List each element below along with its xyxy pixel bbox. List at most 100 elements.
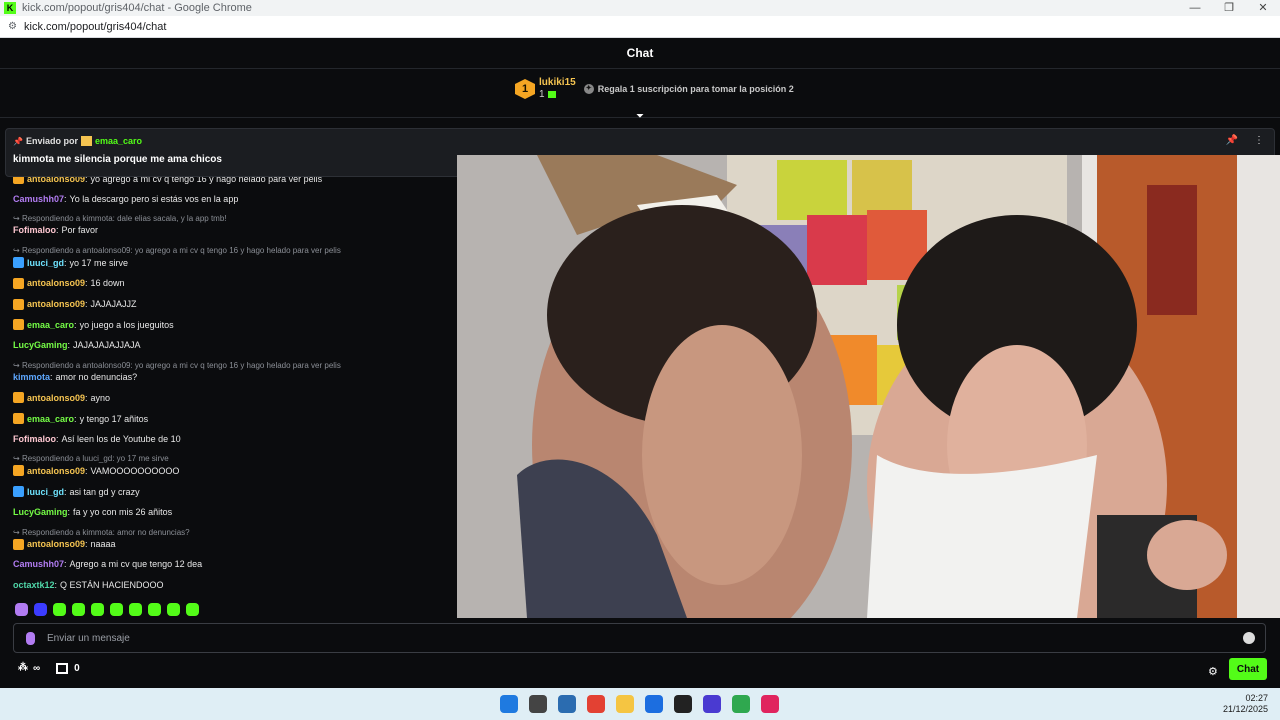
message-text: amor no denuncias? [55,371,138,382]
system-clock[interactable]: 02:27 21/12/2025 [1223,693,1268,715]
chat-message[interactable]: luuci_gd: asi tan gd y crazy [13,486,140,498]
message-colon: : [64,193,67,204]
emote-8-icon[interactable] [148,603,161,616]
minimize-button[interactable]: — [1178,0,1212,16]
message-username[interactable]: kimmota [13,372,50,382]
message-username[interactable]: luuci_gd [27,487,64,497]
message-username[interactable]: antoalonso09 [27,299,85,309]
message-text: Así leen los de Youtube de 10 [61,433,181,444]
chat-message[interactable]: Fofimaloo: Por favor [13,225,98,235]
message-username[interactable]: antoalonso09 [27,393,85,403]
message-username[interactable]: emaa_caro [27,320,74,330]
chrome-icon[interactable] [587,695,605,713]
start-icon[interactable] [500,695,518,713]
clock-date: 21/12/2025 [1222,704,1268,714]
message-username[interactable]: LucyGaming [13,507,68,517]
message-colon: : [74,413,77,424]
app-circle-icon[interactable] [703,695,721,713]
message-username[interactable]: Camushh07 [13,194,64,204]
gift-prompt[interactable]: ✦ Regala 1 suscripción para tomar la pos… [583,84,794,94]
tiktok-icon[interactable] [761,695,779,713]
message-text: Q ESTÁN HACIENDOOO [60,579,164,590]
chat-message[interactable]: antoalonso09: VAMOOOOOOOOOO [13,465,179,477]
message-username[interactable]: Camushh07 [13,559,64,569]
crown-badge-icon [13,392,24,404]
message-colon: : [67,339,71,350]
message-username[interactable]: Fofimaloo [13,225,56,235]
address-bar[interactable]: ⚙ kick.com/popout/gris404/chat [0,16,1280,38]
message-username[interactable]: LucyGaming [13,340,68,350]
chat-message[interactable]: LucyGaming: JAJAJAJAJJAJA [13,340,141,350]
emote-5-icon[interactable] [91,603,104,616]
pin-icon: 📌 [13,136,23,146]
chat-message[interactable]: antoalonso09:16 down [13,277,125,289]
chat-message[interactable]: LucyGaming: fa y yo con mis 26 añitos [13,507,172,517]
chat-message[interactable]: emaa_caro: y tengo 17 añitos [13,413,148,424]
message-username[interactable]: emaa_caro [27,414,74,424]
message-list[interactable]: antoalonso09: yo agrego a mi cv q tengo 1… [13,173,453,591]
outlook-icon[interactable] [645,695,663,713]
message-username[interactable]: antoalonso09 [27,278,85,288]
app-tablet-icon[interactable] [732,695,750,713]
message-text: JAJAJAJJZ [90,299,137,309]
chat-message[interactable]: Fofimaloo: Así leen los de Youtube de 10 [13,434,181,444]
emoji-picker-icon[interactable] [1243,632,1255,644]
more-options-icon[interactable]: ⋮ [1254,135,1264,146]
verified-badge-icon [13,257,24,269]
chat-message[interactable]: Camushh07: Agrego a mi cv que tengo 12 de… [13,559,202,569]
reply-context[interactable]: ↪ Respondiendo a antoalonso09: yo agrego… [13,246,341,255]
verified-badge-icon [13,486,24,498]
settings-gear-icon[interactable]: ⚙ [1208,665,1218,678]
reply-context[interactable]: ↪ Respondiendo a antoalonso09: yo agrego… [13,361,341,370]
store-icon[interactable] [56,662,69,674]
close-button[interactable]: ✕ [1246,0,1280,16]
unpin-button[interactable]: 📌 [1226,135,1238,146]
emote-10-icon[interactable] [186,603,199,616]
chat-message[interactable]: luuci_gd: yo 17 me sirve [13,257,128,269]
obs-icon[interactable] [674,695,692,713]
chat-message[interactable]: octaxtk12: Q ESTÁN HACIENDOOO [13,580,164,590]
chat-message[interactable]: emaa_caro: yo juego a los jueguitos [13,319,174,331]
chat-message[interactable]: kimmota: amor no denuncias? [13,372,137,382]
site-info-icon[interactable]: ⚙ [8,21,18,32]
reply-context-text: Respondiendo a antoalonso09: yo agrego a… [21,246,341,256]
channel-points-value: ∞ [33,662,41,674]
message-input[interactable] [47,632,1197,644]
channel-points-icon[interactable]: ⁂ [18,662,30,674]
reply-context[interactable]: ↪ Respondiendo a kimmota: amor no denunc… [13,528,190,537]
reply-context[interactable]: ↪ Respondiendo a kimmota: dale elias sac… [13,214,227,223]
reply-context[interactable]: ↪ Respondiendo a luuci_gd: yo 17 me sirv… [13,454,169,463]
url-text[interactable]: kick.com/popout/gris404/chat [24,21,166,33]
emote-9-icon[interactable] [167,603,180,616]
restore-button[interactable]: ❐ [1212,0,1246,16]
leader-username[interactable]: lukiki15 [539,77,576,89]
emote-1-icon[interactable] [15,603,28,616]
message-colon: : [85,539,88,549]
pinned-text: kimmota me silencia porque me ama chicos [13,154,222,165]
gift-leaderboard[interactable]: 1 lukiki15 1 ✦ Regala 1 suscripción para… [515,77,794,101]
chat-message[interactable]: Camushh07: Yo la descargo pero si estás v… [13,194,238,204]
emote-3-icon[interactable] [53,603,66,616]
send-chat-button[interactable]: Chat [1229,658,1267,680]
message-username[interactable]: Fofimaloo [13,434,56,444]
message-username[interactable]: antoalonso09 [27,466,85,476]
chat-message[interactable]: antoalonso09: naaaa [13,538,116,550]
chat-message[interactable]: antoalonso09: ayno [13,392,110,404]
stream-video[interactable] [457,155,1280,618]
emote-6-icon[interactable] [110,603,123,616]
message-username[interactable]: luuci_gd [27,258,64,268]
emote-7-icon[interactable] [129,603,142,616]
pinned-username[interactable]: emaa_caro [95,136,142,146]
chat-page: Chat 1 lukiki15 1 ✦ Regala 1 suscripción… [0,38,1280,688]
file-explorer-icon[interactable] [616,695,634,713]
microphone-icon[interactable] [26,631,35,645]
chat-message[interactable]: antoalonso09: JAJAJAJJZ [13,298,137,310]
emote-4-icon[interactable] [72,603,85,616]
emote-2-icon[interactable] [34,603,47,616]
message-username[interactable]: octaxtk12 [13,580,55,590]
crown-badge-icon [13,319,24,331]
task-view-icon[interactable] [529,695,547,713]
collapse-icon[interactable]: ⏷ [634,111,646,123]
message-username[interactable]: antoalonso09 [27,539,85,549]
store-app-icon[interactable] [558,695,576,713]
